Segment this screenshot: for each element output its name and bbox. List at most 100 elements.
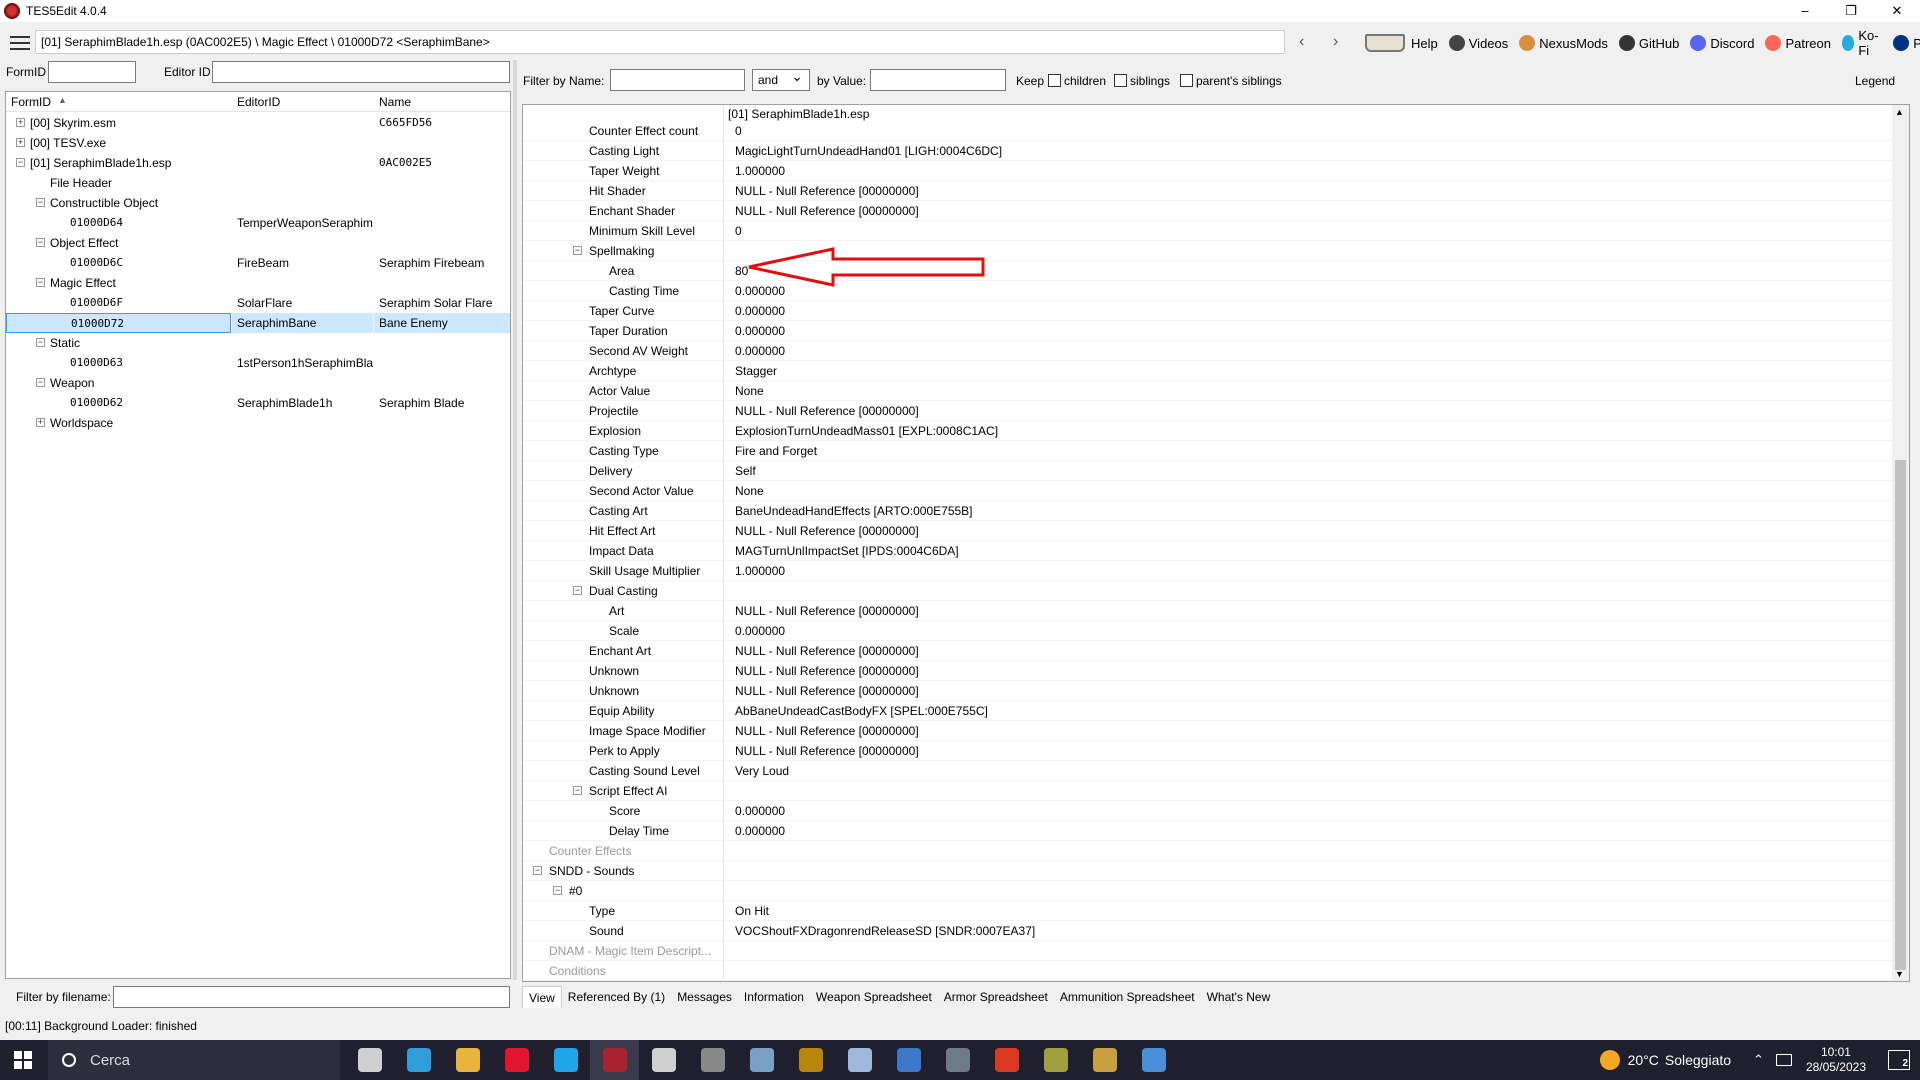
legend-button[interactable]: Legend — [1855, 74, 1895, 88]
field-row[interactable]: DNAM - Magic Item Descript... — [523, 941, 1893, 961]
field-row[interactable]: Minimum Skill Level 0 — [523, 221, 1893, 241]
record-path-field[interactable]: [01] SeraphimBlade1h.esp (0AC002E5) \ Ma… — [35, 30, 1285, 54]
link-ko-fi[interactable]: Ko-Fi — [1842, 28, 1882, 58]
field-row[interactable]: Enchant Art NULL - Null Reference [000000… — [523, 641, 1893, 661]
close-button[interactable]: ✕ — [1874, 0, 1920, 22]
forward-arrow-icon[interactable]: › — [1333, 33, 1338, 51]
field-row[interactable]: Casting Type Fire and Forget — [523, 441, 1893, 461]
field-row[interactable]: − SNDD - Sounds — [523, 861, 1893, 881]
file-explorer-icon[interactable] — [443, 1040, 492, 1080]
notifications-icon[interactable]: 2 — [1888, 1050, 1910, 1070]
app-icon-8[interactable] — [688, 1040, 737, 1080]
tree-row[interactable]: − Magic Effect — [6, 273, 510, 293]
field-row[interactable]: Projectile NULL - Null Reference [0000000… — [523, 401, 1893, 421]
field-row[interactable]: Explosion ExplosionTurnUndeadMass01 [EXPL… — [523, 421, 1893, 441]
field-row[interactable]: Casting Light MagicLightTurnUndeadHand01 … — [523, 141, 1893, 161]
collapse-icon[interactable]: − — [553, 886, 562, 895]
logic-select[interactable]: and — [752, 66, 810, 91]
field-row[interactable]: Unknown NULL - Null Reference [00000000] — [523, 661, 1893, 681]
tab-view[interactable]: View — [522, 986, 562, 1008]
collapse-icon[interactable]: − — [36, 338, 45, 347]
tree-row[interactable]: + [00] TESV.exe — [6, 133, 510, 153]
tab-messages[interactable]: Messages — [671, 986, 738, 1008]
field-row[interactable]: Delivery Self — [523, 461, 1893, 481]
tes5edit-icon[interactable] — [590, 1040, 639, 1080]
collapse-icon[interactable]: − — [533, 866, 542, 875]
field-row[interactable]: Score 0.000000 — [523, 801, 1893, 821]
field-row[interactable]: Casting Sound Level Very Loud — [523, 761, 1893, 781]
opera-icon[interactable] — [492, 1040, 541, 1080]
field-row[interactable]: Second Actor Value None — [523, 481, 1893, 501]
field-row[interactable]: Image Space Modifier NULL - Null Referenc… — [523, 721, 1893, 741]
tree-row[interactable]: 01000D6F SolarFlare Seraphim Solar Flare — [6, 293, 510, 313]
field-row[interactable]: Skill Usage Multiplier 1.000000 — [523, 561, 1893, 581]
app-icon-15[interactable] — [1031, 1040, 1080, 1080]
link-nexusmods[interactable]: NexusMods — [1519, 35, 1608, 51]
collapse-icon[interactable]: − — [36, 198, 45, 207]
field-row[interactable]: Impact Data MAGTurnUnlImpactSet [IPDS:000… — [523, 541, 1893, 561]
tree-row[interactable]: − Weapon — [6, 373, 510, 393]
field-row[interactable]: Taper Duration 0.000000 — [523, 321, 1893, 341]
field-row[interactable]: − Dual Casting — [523, 581, 1893, 601]
weather-sun-icon[interactable] — [1599, 1050, 1620, 1070]
field-row[interactable]: Counter Effect count 0 — [523, 121, 1893, 141]
app-icon-11[interactable] — [835, 1040, 884, 1080]
col-formid[interactable]: FormID — [11, 95, 51, 109]
field-row[interactable]: Actor Value None — [523, 381, 1893, 401]
parents-siblings-checkbox[interactable] — [1180, 74, 1193, 87]
app-icon-10[interactable] — [786, 1040, 835, 1080]
scroll-up-icon[interactable]: ▲ — [1895, 107, 1904, 117]
maximize-button[interactable]: ❐ — [1828, 0, 1874, 22]
back-arrow-icon[interactable]: ‹ — [1299, 33, 1304, 51]
field-row[interactable]: Type On Hit — [523, 901, 1893, 921]
formid-input[interactable] — [48, 61, 136, 83]
field-row[interactable]: Delay Time 0.000000 — [523, 821, 1893, 841]
tab-weapon-spreadsheet[interactable]: Weapon Spreadsheet — [810, 986, 938, 1008]
link-github[interactable]: GitHub — [1618, 35, 1679, 51]
scroll-down-icon[interactable]: ▼ — [1895, 969, 1904, 979]
field-row[interactable]: Equip Ability AbBaneUndeadCastBodyFX [SPE… — [523, 701, 1893, 721]
field-row[interactable]: Unknown NULL - Null Reference [00000000] — [523, 681, 1893, 701]
field-row[interactable]: Area 80 — [523, 261, 1893, 281]
collapse-icon[interactable]: − — [36, 238, 45, 247]
tree-row[interactable]: 01000D63 1stPerson1hSeraphimBlade — [6, 353, 510, 373]
field-row[interactable]: Scale 0.000000 — [523, 621, 1893, 641]
windows-start-icon[interactable] — [14, 1051, 32, 1069]
app-icon-16[interactable] — [1080, 1040, 1129, 1080]
editorid-input[interactable] — [212, 61, 510, 83]
pane-splitter[interactable] — [513, 60, 517, 980]
filter-filename-input[interactable] — [113, 986, 510, 1008]
tree-row[interactable]: File Header — [6, 173, 510, 193]
tab-information[interactable]: Information — [738, 986, 810, 1008]
tree-row[interactable]: + Worldspace — [6, 413, 510, 433]
field-row[interactable]: Casting Time 0.000000 — [523, 281, 1893, 301]
field-row[interactable]: − Spellmaking — [523, 241, 1893, 261]
collapse-icon[interactable]: − — [573, 586, 582, 595]
app-icon-13[interactable] — [933, 1040, 982, 1080]
link-patreon[interactable]: Patreon — [1765, 35, 1831, 51]
app-icon-12[interactable] — [884, 1040, 933, 1080]
tab-what-s-new[interactable]: What's New — [1201, 986, 1277, 1008]
field-row[interactable]: Archtype Stagger — [523, 361, 1893, 381]
expand-icon[interactable]: + — [36, 418, 45, 427]
children-checkbox[interactable] — [1048, 74, 1061, 87]
clock[interactable]: 10:01 28/05/2023 — [1806, 1045, 1866, 1075]
link-help[interactable]: Help — [1365, 34, 1438, 52]
filter-value-input[interactable] — [870, 69, 1006, 91]
link-discord[interactable]: Discord — [1690, 35, 1754, 51]
collapse-icon[interactable]: − — [573, 786, 582, 795]
tree-row[interactable]: − [01] SeraphimBlade1h.esp 0AC002E5 — [6, 153, 510, 173]
taskbar-search[interactable]: Cerca — [48, 1040, 340, 1080]
field-row[interactable]: Hit Effect Art NULL - Null Reference [000… — [523, 521, 1893, 541]
skype-icon[interactable] — [541, 1040, 590, 1080]
field-row[interactable]: Taper Curve 0.000000 — [523, 301, 1893, 321]
expand-icon[interactable]: + — [16, 118, 25, 127]
field-row[interactable]: Second AV Weight 0.000000 — [523, 341, 1893, 361]
view-scrollbar[interactable]: ▲ ▼ — [1892, 105, 1909, 981]
tab-referenced-by-1[interactable]: Referenced By (1) — [562, 986, 671, 1008]
tree-row[interactable]: − Constructible Object — [6, 193, 510, 213]
field-row[interactable]: Perk to Apply NULL - Null Reference [0000… — [523, 741, 1893, 761]
field-row[interactable]: − #0 — [523, 881, 1893, 901]
weather-temp[interactable]: 20°C — [1628, 1052, 1659, 1068]
tree-row[interactable]: 01000D6C FireBeam Seraphim Firebeam — [6, 253, 510, 273]
